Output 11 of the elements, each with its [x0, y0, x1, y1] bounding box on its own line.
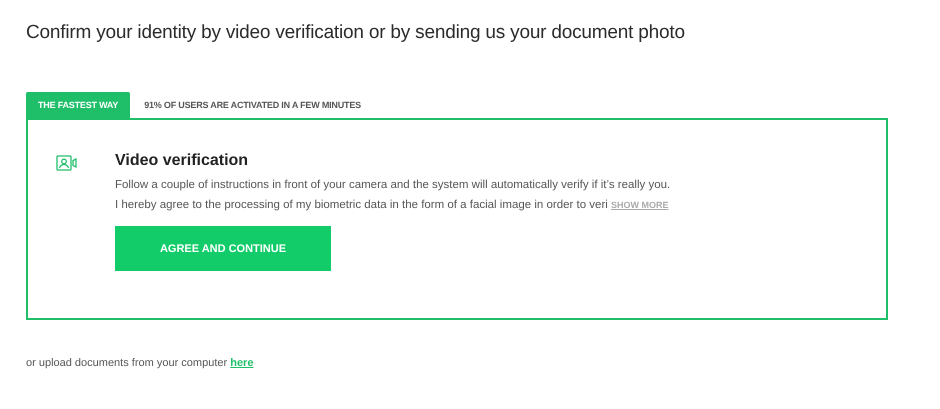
here-link[interactable]: here: [230, 357, 254, 369]
show-more-link[interactable]: SHOW MORE: [611, 200, 669, 210]
page-heading: Confirm your identity by video verification or by sending us your document photo: [26, 22, 686, 44]
video-person-icon: [56, 155, 78, 171]
consent-text: I hereby agree to the processing of my biometric data in the form of a facial image in order to veri: [115, 199, 608, 211]
tab-label: THE FASTEST WAY: [26, 92, 130, 118]
agree-button[interactable]: AGREE AND CONTINUE: [115, 226, 331, 271]
option-title: Video verification: [115, 152, 250, 170]
option-description: Follow a couple of instructions in front of your camera and the system will automatically verify if it’s really you.: [115, 179, 670, 191]
upload-text: or upload documents from your computer here: [26, 357, 254, 369]
tab-label: 91% OF USERS ARE ACTIVATED IN A FEW MINUTES: [143, 99, 362, 112]
